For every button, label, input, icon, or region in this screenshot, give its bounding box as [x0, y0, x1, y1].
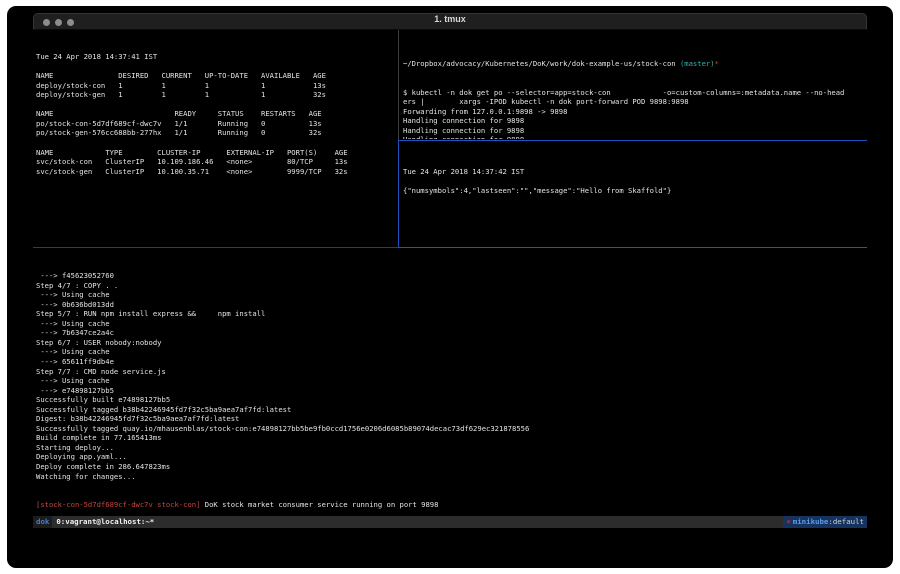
window-titlebar[interactable]: 1. tmux	[33, 13, 867, 30]
pane-border-horizontal	[33, 247, 398, 248]
window-title: 1. tmux	[34, 14, 866, 24]
pane-skaffold-build-log[interactable]: ---> f45623052760 Step 4/7 : COPY . . --…	[36, 252, 864, 514]
minimize-button[interactable]	[55, 19, 62, 26]
prompt-path: ~/Dropbox/advocacy/Kubernetes/DoK/work/d…	[403, 59, 680, 68]
pane-border-vertical	[398, 30, 399, 140]
tmux-window-tab[interactable]: 0:vagrant@localhost:~*	[52, 516, 154, 528]
traffic-lights	[43, 19, 74, 26]
git-branch-label: (master)	[680, 59, 715, 68]
pod-log-message: DoK stock market consumer service runnin…	[200, 500, 438, 509]
git-dirty-indicator: *	[715, 59, 719, 68]
pod-log-line: [stock-con-5d7df689cf-dwc7v stock-con] D…	[36, 500, 864, 510]
pane-curl-watch[interactable]: Tue 24 Apr 2018 14:37:42 IST {"numsymbol…	[403, 148, 865, 244]
zoom-button[interactable]	[67, 19, 74, 26]
curl-watch-output: Tue 24 Apr 2018 14:37:42 IST {"numsymbol…	[403, 167, 865, 196]
docker-build-output: ---> f45623052760 Step 4/7 : COPY . . --…	[36, 271, 864, 481]
pane-border-horizontal-active-bottom	[398, 247, 867, 248]
pane-port-forward-shell[interactable]: ~/Dropbox/advocacy/Kubernetes/DoK/work/d…	[403, 40, 865, 139]
tmux-content: Tue 24 Apr 2018 14:37:41 IST NAME DESIRE…	[33, 30, 867, 551]
shell-prompt-line: ~/Dropbox/advocacy/Kubernetes/DoK/work/d…	[403, 59, 865, 69]
pane-border-vertical-active	[398, 140, 399, 248]
slide-background: 1. tmux Tue 24 Apr 2018 14:37:41 IST NAM…	[7, 6, 893, 568]
tmux-status-bar: dok 0:vagrant@localhost:~* ⎈ minikube :d…	[33, 516, 867, 528]
tmux-session-name[interactable]: dok	[33, 516, 52, 528]
terminal-window: 1. tmux Tue 24 Apr 2018 14:37:41 IST NAM…	[33, 13, 867, 551]
kubectl-resources-output: Tue 24 Apr 2018 14:37:41 IST NAME DESIRE…	[36, 52, 396, 176]
pane-border-horizontal-active-top	[398, 140, 867, 141]
pod-log-prefix: [stock-con-5d7df689cf-dwc7v stock-con]	[36, 500, 200, 509]
close-button[interactable]	[43, 19, 50, 26]
kube-context-segment: ⎈ minikube :default	[783, 516, 867, 528]
port-forward-output: $ kubectl -n dok get po --selector=app=s…	[403, 88, 865, 139]
kube-context-name: minikube	[793, 516, 829, 528]
pane-kubectl-resources[interactable]: Tue 24 Apr 2018 14:37:41 IST NAME DESIRE…	[36, 33, 396, 245]
kube-namespace: :default	[828, 516, 864, 528]
